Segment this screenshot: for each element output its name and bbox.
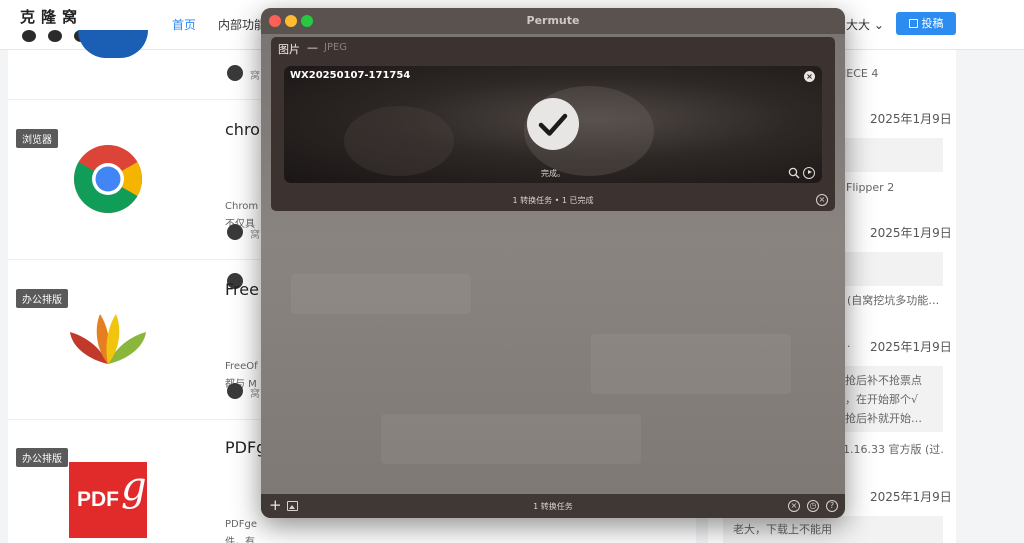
play-icon[interactable] bbox=[803, 167, 815, 179]
author-name: 窝 bbox=[250, 230, 260, 241]
media-type-label: 图片 bbox=[278, 43, 300, 56]
window-footer: + 1 转换任务 × ◷ ? bbox=[261, 494, 845, 518]
pdf-icon: PDF g bbox=[69, 462, 147, 538]
software-title[interactable]: chro bbox=[225, 120, 260, 139]
separator-dash: — bbox=[307, 41, 318, 54]
group-header: 图片 — JPEG bbox=[271, 37, 835, 59]
cancel-group-icon[interactable]: × bbox=[816, 194, 828, 206]
comment-date: 2025年1月9日 bbox=[870, 112, 952, 126]
comment-line: 抢后补就开始… bbox=[845, 412, 922, 425]
comment-snippet[interactable]: 老大，下载上不能用 bbox=[723, 516, 943, 543]
author-name: 窝 bbox=[250, 389, 260, 400]
comment-line: ，在开始那个√ bbox=[845, 393, 919, 406]
nav-inner-link[interactable]: 内部功能 bbox=[218, 16, 266, 33]
chrome-icon bbox=[73, 144, 143, 214]
category-badge[interactable]: 办公排版 bbox=[16, 289, 68, 308]
comment-date: 2025年1月9日 bbox=[870, 340, 952, 354]
category-badge[interactable]: 办公排版 bbox=[16, 448, 68, 467]
freeoffice-icon bbox=[70, 310, 146, 368]
checkmark-icon bbox=[527, 98, 579, 150]
cancel-all-icon[interactable]: × bbox=[788, 500, 800, 512]
clock-icon[interactable]: ◷ bbox=[807, 500, 819, 512]
conversion-area[interactable]: 图片 — JPEG WX20250107-171754 × 完成。 1 转换任务… bbox=[261, 34, 845, 494]
author-avatar bbox=[227, 224, 243, 240]
author-name: 窝 bbox=[250, 71, 260, 82]
file-status: 完成。 bbox=[541, 169, 565, 178]
author-avatar bbox=[227, 383, 243, 399]
background-blur bbox=[381, 414, 641, 464]
window-title: Permute bbox=[526, 14, 580, 27]
window-title-bar[interactable]: Permute bbox=[261, 8, 845, 34]
magnifier-icon[interactable] bbox=[788, 167, 800, 179]
output-format-select[interactable]: JPEG bbox=[324, 42, 347, 53]
comment-date: 2025年1月9日 bbox=[870, 490, 952, 504]
file-name: WX20250107-171754 bbox=[290, 70, 411, 81]
comment-date: 2025年1月9日 bbox=[870, 226, 952, 240]
app-icon bbox=[78, 30, 148, 58]
author-avatar bbox=[227, 65, 243, 81]
comment-line: 抢后补不抢票点 bbox=[845, 374, 922, 387]
group-task-count: 1 转换任务 • 1 已完成 bbox=[512, 196, 594, 205]
total-task-count: 1 转换任务 bbox=[533, 502, 573, 511]
chevron-down-icon: ⌄ bbox=[870, 18, 884, 32]
logo-mascot-icon bbox=[48, 30, 62, 42]
remove-file-icon[interactable]: × bbox=[804, 71, 815, 82]
category-badge[interactable]: 浏览器 bbox=[16, 129, 58, 148]
software-desc-line: FreeOf bbox=[225, 361, 258, 372]
post-button[interactable]: 投稿 bbox=[896, 12, 956, 35]
user-menu[interactable]: 大大 ⌄ bbox=[846, 16, 884, 33]
post-button-label: 投稿 bbox=[921, 17, 944, 30]
help-icon[interactable]: ? bbox=[826, 500, 838, 512]
group-footer: 1 转换任务 • 1 已完成 × bbox=[271, 190, 835, 211]
background-blur bbox=[291, 274, 471, 314]
background-blur bbox=[591, 334, 791, 394]
edit-icon bbox=[908, 19, 918, 28]
user-name-label: 大大 bbox=[846, 18, 871, 32]
logo-mascot-icon bbox=[22, 30, 36, 42]
software-desc-line: Chrom bbox=[225, 201, 259, 212]
nav-home-link[interactable]: 首页 bbox=[172, 16, 196, 33]
software-title[interactable]: Free bbox=[225, 280, 259, 299]
conversion-group: 图片 — JPEG WX20250107-171754 × 完成。 1 转换任务… bbox=[271, 37, 835, 211]
software-desc-line: 件，有 bbox=[225, 537, 255, 543]
software-desc-line: PDFge bbox=[225, 519, 257, 530]
logo-text: 克隆窝 bbox=[20, 8, 84, 26]
permute-window: Permute 图片 — JPEG WX20250107-171754 × 完成… bbox=[261, 8, 845, 518]
file-card[interactable]: WX20250107-171754 × 完成。 bbox=[284, 66, 822, 183]
thumbnail-blur bbox=[344, 106, 454, 176]
